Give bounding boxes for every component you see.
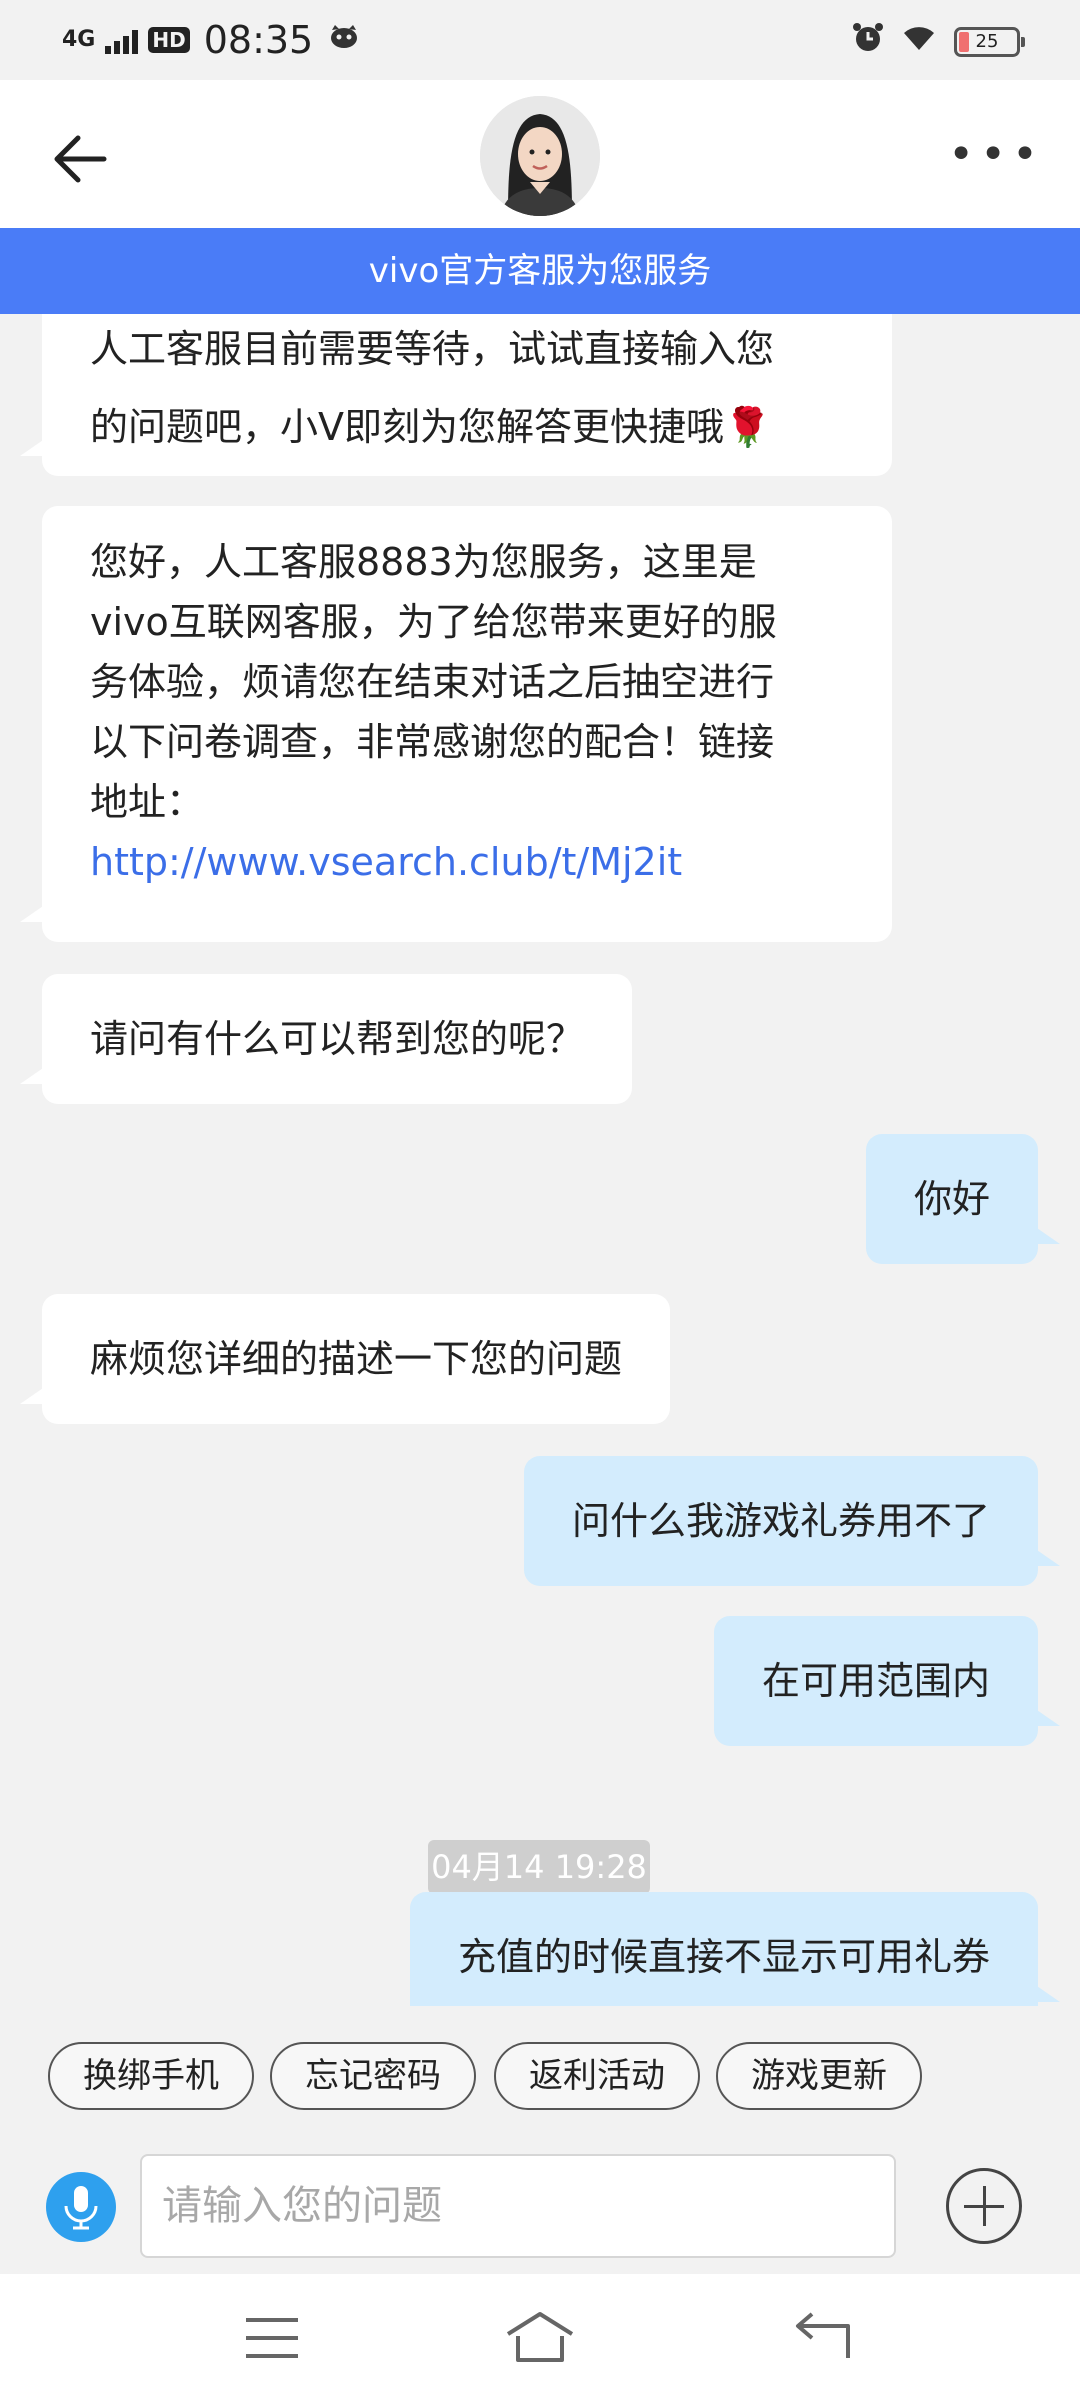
menu-lines-icon[interactable] (232, 2298, 312, 2378)
arrow-left-icon[interactable] (46, 124, 116, 194)
message-text: 你好 (913, 1177, 990, 1221)
message-line: 人工客服目前需要等待，试试直接输入您 (90, 327, 775, 371)
message-line: 您好，人工客服8883为您服务，这里是 (90, 540, 757, 584)
message-text: 请问有什么可以帮到您的呢？ (90, 1017, 585, 1061)
message-line: vivo互联网客服，为了给您带来更好的服 (90, 600, 777, 644)
message-text: 麻烦您详细的描述一下您的问题 (90, 1337, 623, 1381)
chat-header: ••• (0, 80, 1080, 228)
back-return-icon[interactable] (784, 2298, 864, 2378)
message-text: 在可用范围内 (761, 1659, 990, 1703)
agent-message: 人工客服目前需要等待，试试直接输入您 的问题吧，小V即刻为您解答更快捷哦🌹 (20, 314, 892, 476)
chat-messages[interactable]: 人工客服目前需要等待，试试直接输入您 的问题吧，小V即刻为您解答更快捷哦🌹 您好… (0, 314, 1080, 2006)
quick-reply-chip[interactable]: 游戏更新 (716, 2042, 922, 2110)
agent-message: 您好，人工客服8883为您服务，这里是 vivo互联网客服，为了给您带来更好的服… (20, 506, 892, 942)
quick-reply-chip[interactable]: 返利活动 (494, 2042, 700, 2110)
survey-link[interactable]: http://www.vsearch.club/t/Mj2it (90, 832, 844, 892)
hd-badge: HD (148, 27, 190, 53)
message-timestamp: 04月14 19:28 (428, 1840, 650, 1894)
message-input[interactable] (140, 2154, 896, 2258)
agent-message: 麻烦您详细的描述一下您的问题 (19, 1294, 671, 1424)
more-dots-icon[interactable]: ••• (948, 133, 1044, 177)
service-banner: vivo官方客服为您服务 (0, 228, 1080, 314)
system-nav-bar (0, 2274, 1080, 2400)
home-icon[interactable] (500, 2298, 580, 2378)
message-line: 的问题吧，小V即刻为您解答更快捷哦🌹 (90, 405, 772, 449)
user-message: 充值的时候直接不显示可用礼券 (409, 1892, 1061, 2006)
battery-icon: 25 (954, 27, 1025, 57)
network-type: 4G (62, 27, 96, 52)
message-text: 问什么我游戏礼券用不了 (571, 1499, 990, 1543)
plus-circle-icon[interactable] (946, 2168, 1022, 2244)
message-text: 充值的时候直接不显示可用礼券 (457, 1935, 990, 1979)
message-line: 务体验，烦请您在结束对话之后抽空进行 (90, 660, 775, 704)
signal-icon (105, 26, 139, 54)
agent-avatar[interactable] (480, 96, 600, 216)
user-message: 在可用范围内 (713, 1616, 1061, 1746)
message-line: 地址： (90, 780, 205, 824)
microphone-icon[interactable] (46, 2172, 116, 2242)
quick-replies: 换绑手机 忘记密码 返利活动 游戏更新 (0, 2006, 1080, 2146)
status-bar: 4G HD 08:35 25 (0, 0, 1080, 80)
user-message: 你好 (865, 1134, 1061, 1264)
wifi-icon (902, 24, 936, 60)
agent-message: 请问有什么可以帮到您的呢？ (19, 974, 633, 1104)
user-message: 问什么我游戏礼券用不了 (523, 1456, 1061, 1586)
message-line: 以下问卷调查，非常感谢您的配合！链接 (90, 720, 775, 764)
alarm-icon (852, 22, 884, 62)
app-notification-icon (329, 23, 359, 58)
quick-reply-chip[interactable]: 忘记密码 (270, 2042, 476, 2110)
battery-level: 25 (975, 31, 999, 52)
quick-reply-chip[interactable]: 换绑手机 (48, 2042, 254, 2110)
clock: 08:35 (203, 18, 314, 62)
input-bar (0, 2146, 1080, 2274)
